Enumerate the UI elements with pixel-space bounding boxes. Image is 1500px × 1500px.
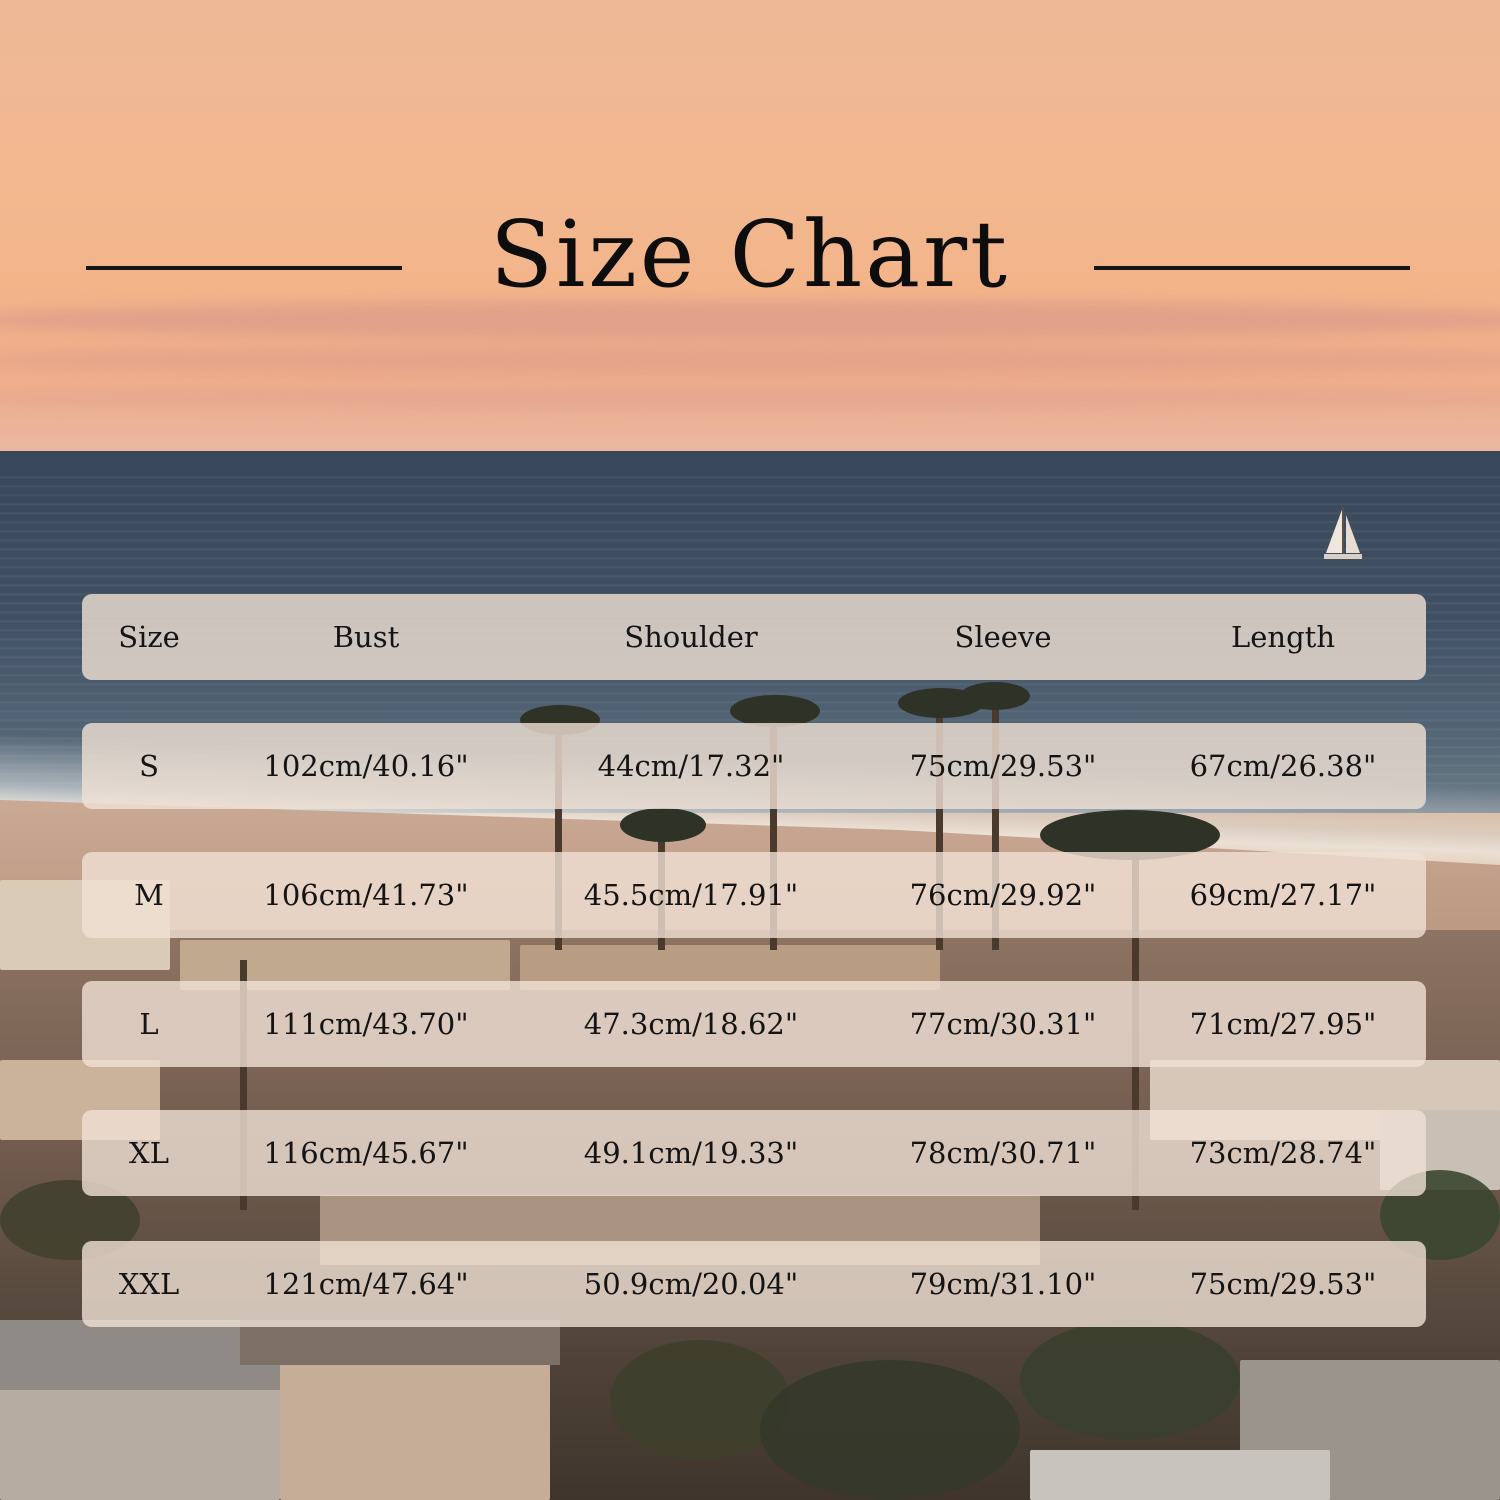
sleeve-cell: 76cm/29.92" <box>909 878 1097 912</box>
length-cell: 75cm/29.53" <box>1189 1267 1377 1301</box>
horizon-line <box>0 451 1500 454</box>
table-header-row: Size Bust Shoulder Sleeve Length <box>82 594 1426 680</box>
palm-fronds <box>620 808 706 842</box>
length-cell: 73cm/28.74" <box>1189 1136 1377 1170</box>
chart-title: Size Chart <box>489 201 1011 308</box>
rooftop <box>0 1320 280 1390</box>
title-rule-right <box>1094 266 1410 270</box>
tree <box>1020 1320 1240 1440</box>
table-row: XL 116cm/45.67" 49.1cm/19.33" 78cm/30.71… <box>82 1110 1426 1196</box>
shoulder-cell: 47.3cm/18.62" <box>583 1007 799 1041</box>
size-cell: L <box>139 1007 159 1041</box>
length-cell: 67cm/26.38" <box>1189 749 1377 783</box>
sailboat-icon <box>1324 507 1362 559</box>
bust-cell: 116cm/45.67" <box>263 1136 469 1170</box>
bust-cell: 121cm/47.64" <box>263 1267 469 1301</box>
column-header-bust: Bust <box>332 620 400 654</box>
sleeve-cell: 75cm/29.53" <box>909 749 1097 783</box>
palm-fronds <box>960 682 1030 710</box>
shoulder-cell: 45.5cm/17.91" <box>583 878 799 912</box>
size-cell: XL <box>129 1136 169 1170</box>
table-row: L 111cm/43.70" 47.3cm/18.62" 77cm/30.31"… <box>82 981 1426 1067</box>
shoulder-cell: 50.9cm/20.04" <box>583 1267 799 1301</box>
column-header-size: Size <box>118 620 180 654</box>
table-row: S 102cm/40.16" 44cm/17.32" 75cm/29.53" 6… <box>82 723 1426 809</box>
length-cell: 71cm/27.95" <box>1189 1007 1377 1041</box>
sleeve-cell: 79cm/31.10" <box>909 1267 1097 1301</box>
table-row: M 106cm/41.73" 45.5cm/17.91" 76cm/29.92"… <box>82 852 1426 938</box>
length-cell: 69cm/27.17" <box>1189 878 1377 912</box>
size-cell: XXL <box>118 1267 180 1301</box>
shoulder-cell: 44cm/17.32" <box>597 749 785 783</box>
cloud-band <box>0 385 1500 411</box>
tree <box>760 1360 1020 1500</box>
column-header-shoulder: Shoulder <box>624 620 758 654</box>
house <box>1030 1450 1330 1500</box>
size-cell: S <box>139 749 159 783</box>
size-cell: M <box>134 878 164 912</box>
bust-cell: 106cm/41.73" <box>263 878 469 912</box>
bust-cell: 102cm/40.16" <box>263 749 469 783</box>
table-row: XXL 121cm/47.64" 50.9cm/20.04" 79cm/31.1… <box>82 1241 1426 1327</box>
cloud-band <box>0 345 1500 375</box>
shoulder-cell: 49.1cm/19.33" <box>583 1136 799 1170</box>
column-header-length: Length <box>1231 620 1335 654</box>
sleeve-cell: 77cm/30.31" <box>909 1007 1097 1041</box>
bust-cell: 111cm/43.70" <box>263 1007 469 1041</box>
column-header-sleeve: Sleeve <box>954 620 1052 654</box>
sleeve-cell: 78cm/30.71" <box>909 1136 1097 1170</box>
